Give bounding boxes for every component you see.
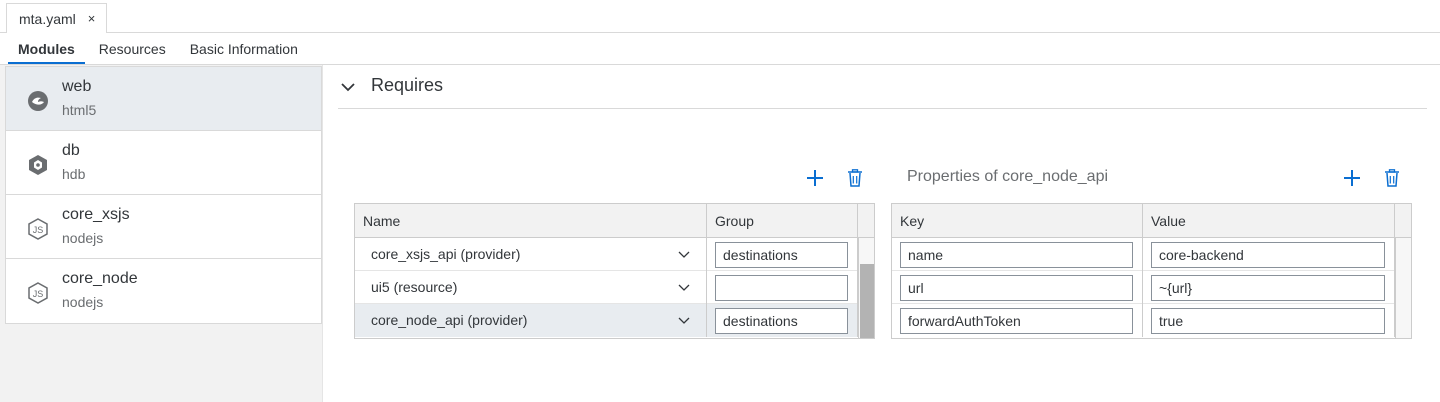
- properties-table: Key Value: [891, 203, 1412, 339]
- module-item-core-xsjs[interactable]: JS core_xsjs nodejs: [6, 195, 321, 259]
- svg-text:JS: JS: [33, 289, 44, 299]
- chevron-down-icon[interactable]: [340, 79, 356, 95]
- key-cell: [892, 304, 1143, 337]
- module-item-db[interactable]: db hdb: [6, 131, 321, 195]
- column-header-name[interactable]: Name: [355, 204, 707, 238]
- editor-tab-bar: mta.yaml ×: [0, 0, 1440, 33]
- delete-property-button[interactable]: [1379, 165, 1405, 191]
- trash-icon: [1385, 169, 1399, 187]
- table-row[interactable]: [892, 271, 1395, 304]
- requires-title: Requires: [371, 75, 444, 95]
- module-type: nodejs: [62, 294, 104, 310]
- module-name: web: [62, 78, 92, 95]
- add-property-button[interactable]: [1339, 165, 1365, 191]
- trash-icon: [848, 169, 862, 187]
- properties-title: Properties of core_node_api: [907, 168, 1109, 185]
- properties-scrollbar[interactable]: [1395, 238, 1411, 338]
- file-tab-mta-yaml[interactable]: mta.yaml ×: [6, 3, 107, 33]
- add-requires-button[interactable]: [802, 165, 828, 191]
- column-header-value[interactable]: Value: [1143, 204, 1395, 238]
- hdb-icon: [29, 155, 47, 175]
- value-input[interactable]: [1151, 242, 1385, 268]
- table-header: Key Value: [892, 204, 1411, 238]
- modules-list: web html5 db hdb JS core_xsjs nodejs JS: [5, 66, 322, 324]
- module-name: db: [62, 142, 80, 159]
- module-item-core-node[interactable]: JS core_node nodejs: [6, 259, 321, 323]
- requires-name: ui5 (resource): [371, 279, 458, 295]
- tab-modules[interactable]: Modules: [8, 33, 85, 64]
- nodejs-icon: JS: [28, 218, 48, 240]
- modules-sidebar: web html5 db hdb JS core_xsjs nodejs JS: [0, 65, 323, 402]
- module-type: nodejs: [62, 230, 104, 246]
- file-tab-label: mta.yaml: [19, 10, 76, 27]
- key-cell: [892, 238, 1143, 271]
- group-input[interactable]: [715, 242, 848, 268]
- group-cell: [707, 271, 858, 304]
- scrollbar-thumb[interactable]: [860, 264, 874, 338]
- chevron-down-icon[interactable]: [678, 281, 690, 293]
- key-input[interactable]: [900, 308, 1133, 334]
- column-header-group[interactable]: Group: [707, 204, 858, 238]
- table-row[interactable]: ui5 (resource): [355, 271, 858, 304]
- group-input[interactable]: [715, 308, 848, 334]
- delete-requires-button[interactable]: [842, 165, 868, 191]
- requires-scrollbar[interactable]: [858, 238, 874, 338]
- module-item-web[interactable]: web html5: [6, 67, 321, 131]
- requires-table: Name Group core_xsjs_api (provider) ui5 …: [354, 203, 875, 339]
- requires-name: core_node_api (provider): [371, 312, 528, 328]
- value-cell: [1143, 238, 1395, 271]
- nodejs-icon: JS: [28, 282, 48, 304]
- table-row[interactable]: [892, 304, 1395, 337]
- value-cell: [1143, 304, 1395, 337]
- svg-text:JS: JS: [33, 225, 44, 235]
- table-header: Name Group: [355, 204, 874, 238]
- group-cell: [707, 238, 858, 271]
- module-details: Requires Properties of core_node_api Nam…: [324, 65, 1440, 402]
- name-cell[interactable]: ui5 (resource): [355, 271, 707, 304]
- value-input[interactable]: [1151, 308, 1385, 334]
- table-row[interactable]: core_xsjs_api (provider): [355, 238, 858, 271]
- key-cell: [892, 271, 1143, 304]
- table-row[interactable]: core_node_api (provider): [355, 304, 858, 337]
- tab-resources[interactable]: Resources: [89, 33, 176, 64]
- key-input[interactable]: [900, 242, 1133, 268]
- module-type: hdb: [62, 166, 86, 182]
- module-name: core_node: [62, 270, 138, 287]
- group-input[interactable]: [715, 275, 848, 301]
- editor-subtabs: Modules Resources Basic Information: [0, 33, 1440, 65]
- value-input[interactable]: [1151, 275, 1385, 301]
- tab-basic-information[interactable]: Basic Information: [180, 33, 308, 64]
- table-row[interactable]: [892, 238, 1395, 271]
- key-input[interactable]: [900, 275, 1133, 301]
- plus-icon: [807, 170, 823, 186]
- value-cell: [1143, 271, 1395, 304]
- chevron-down-icon[interactable]: [678, 314, 690, 326]
- close-icon[interactable]: ×: [88, 11, 96, 26]
- group-cell: [707, 304, 858, 337]
- plus-icon: [1344, 170, 1360, 186]
- module-name: core_xsjs: [62, 206, 130, 223]
- html5-icon: [28, 91, 48, 111]
- requires-section-header[interactable]: Requires: [338, 73, 1427, 109]
- name-cell[interactable]: core_xsjs_api (provider): [355, 238, 707, 271]
- chevron-down-icon[interactable]: [678, 248, 690, 260]
- column-header-key[interactable]: Key: [892, 204, 1143, 238]
- name-cell[interactable]: core_node_api (provider): [355, 304, 707, 337]
- requires-name: core_xsjs_api (provider): [371, 246, 521, 262]
- module-type: html5: [62, 102, 97, 118]
